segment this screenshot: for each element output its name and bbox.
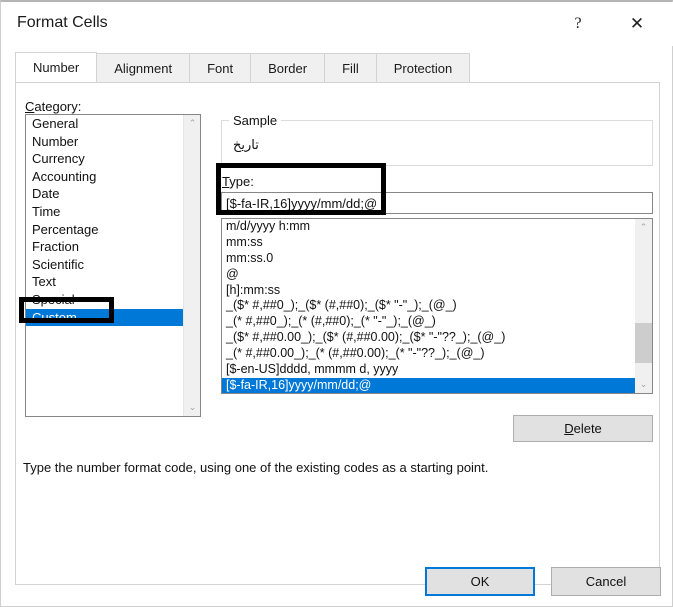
category-scroll-down-icon[interactable]: ⌄: [184, 399, 200, 416]
category-item[interactable]: Date: [26, 185, 184, 203]
category-item[interactable]: Currency: [26, 150, 184, 168]
format-scrollbar-thumb[interactable]: [635, 323, 652, 363]
tab-font[interactable]: Font: [190, 53, 252, 83]
category-item[interactable]: Time: [26, 203, 184, 221]
sample-value: تاریخ: [233, 138, 259, 153]
category-item[interactable]: Fraction: [26, 238, 184, 256]
format-item[interactable]: [h]:mm:ss: [222, 283, 636, 299]
format-item[interactable]: _($* #,##0_);_($* (#,##0);_($* "-"_);_(@…: [222, 298, 636, 314]
format-item[interactable]: _(* #,##0.00_);_(* (#,##0.00);_(* "-"??_…: [222, 346, 636, 362]
question-mark-icon: ?: [574, 15, 582, 32]
category-item-container: General Number Currency Accounting Date Time P…: [26, 115, 184, 327]
format-item[interactable]: [$-fa-IR,16]yyyy/mm/dd;@: [222, 377, 636, 393]
category-listbox[interactable]: General Number Currency Accounting Date Time P…: [25, 114, 201, 417]
format-item[interactable]: _(* #,##0_);_(* (#,##0);_(* "-"_);_(@_): [222, 314, 636, 330]
category-label-accel: C: [25, 99, 35, 114]
tab-fill[interactable]: Fill: [325, 53, 377, 83]
category-item[interactable]: Number: [26, 133, 184, 151]
type-label: Type:: [222, 174, 254, 189]
category-item[interactable]: Accounting: [26, 168, 184, 186]
format-item[interactable]: _($* #,##0.00_);_($* (#,##0.00);_($* "-"…: [222, 330, 636, 346]
close-icon: ✕: [629, 13, 645, 34]
format-scrollbar[interactable]: ⌃ ⌄: [635, 219, 652, 393]
format-cells-dialog: Format Cells ? ✕ Number Alignment Font Bord…: [0, 0, 673, 607]
format-item[interactable]: m/d/yyyy h:mm: [222, 219, 636, 235]
tab-number[interactable]: Number: [15, 52, 98, 83]
dialog-title: Format Cells: [17, 14, 108, 31]
format-listbox[interactable]: m/d/yyyy h:mm mm:ss mm:ss.0 @ [h]:mm:ss _($* …: [221, 218, 653, 394]
format-item[interactable]: [$-en-US]dddd, mmmm d, yyyy: [222, 362, 636, 378]
category-scroll-up-icon[interactable]: ⌃: [184, 115, 200, 132]
format-item-container: m/d/yyyy h:mm mm:ss mm:ss.0 @ [h]:mm:ss _($* …: [222, 219, 636, 393]
category-item[interactable]: General: [26, 115, 184, 133]
delete-button[interactable]: Delete: [513, 415, 653, 442]
format-item[interactable]: @: [222, 267, 636, 283]
tab-alignment[interactable]: Alignment: [97, 53, 191, 83]
delete-label-rest: elete: [573, 421, 602, 436]
cancel-button[interactable]: Cancel: [551, 567, 661, 596]
tab-strip: Number Alignment Font Border Fill Protection: [15, 52, 660, 83]
category-item[interactable]: Custom: [26, 308, 184, 327]
category-item[interactable]: Text: [26, 273, 184, 291]
close-button[interactable]: ✕: [614, 2, 660, 46]
hint-text: Type the number format code, using one o…: [23, 460, 489, 475]
format-scroll-down-icon[interactable]: ⌄: [635, 376, 652, 393]
tab-border[interactable]: Border: [251, 53, 326, 83]
category-scrollbar[interactable]: ⌃ ⌄: [183, 115, 200, 416]
category-item[interactable]: Special: [26, 291, 184, 309]
sample-legend: Sample: [229, 113, 282, 128]
delete-label-accel: D: [564, 421, 574, 436]
format-scroll-up-icon[interactable]: ⌃: [635, 219, 652, 236]
title-bar: Format Cells ? ✕: [1, 2, 673, 46]
format-item[interactable]: mm:ss: [222, 235, 636, 251]
category-item[interactable]: Percentage: [26, 221, 184, 239]
format-item[interactable]: mm:ss.0: [222, 251, 636, 267]
type-input[interactable]: [221, 192, 653, 214]
category-item[interactable]: Scientific: [26, 256, 184, 274]
type-label-rest: ype:: [229, 174, 254, 189]
category-label-rest: ategory:: [34, 99, 82, 114]
tab-protection[interactable]: Protection: [376, 53, 471, 83]
category-label: Category:: [25, 99, 81, 114]
sample-group-box: [221, 120, 653, 166]
ok-button[interactable]: OK: [425, 567, 535, 596]
help-button[interactable]: ?: [555, 2, 601, 46]
